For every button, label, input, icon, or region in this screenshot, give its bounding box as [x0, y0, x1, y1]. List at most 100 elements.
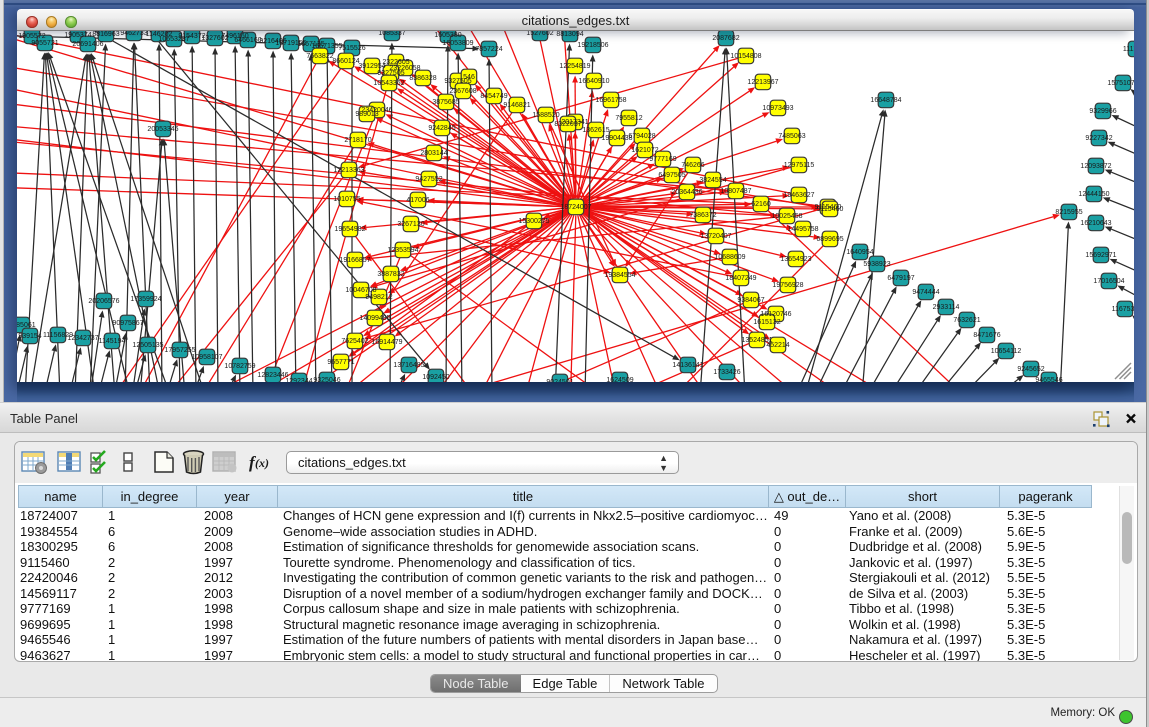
svg-text:19384554: 19384554 — [604, 272, 635, 279]
svg-text:9227342: 9227342 — [1085, 135, 1112, 142]
svg-text:17359924: 17359924 — [130, 296, 161, 303]
svg-text:20364436: 20364436 — [671, 189, 702, 196]
svg-text:1085337: 1085337 — [378, 31, 405, 37]
svg-text:452214: 452214 — [766, 342, 789, 349]
svg-text:20053346: 20053346 — [147, 126, 178, 133]
svg-text:8816963: 8816963 — [92, 31, 119, 38]
svg-text:12342737: 12342737 — [67, 335, 98, 342]
svg-text:1588520: 1588520 — [532, 112, 559, 119]
svg-text:10782759: 10782759 — [224, 363, 255, 370]
svg-text:7386372: 7386372 — [689, 212, 716, 219]
svg-text:9657771: 9657771 — [327, 359, 354, 366]
svg-text:6794028: 6794028 — [628, 133, 655, 140]
svg-text:8322037: 8322037 — [554, 121, 581, 128]
svg-text:9185061: 9185061 — [17, 322, 36, 329]
svg-text:7857224: 7857224 — [475, 46, 502, 53]
svg-text:20206576: 20206576 — [88, 298, 119, 305]
svg-text:17016504: 17016504 — [1093, 278, 1124, 285]
svg-text:9498212: 9498212 — [365, 294, 392, 301]
svg-text:7632621: 7632621 — [953, 317, 980, 324]
svg-text:19218506: 19218506 — [577, 42, 608, 49]
svg-text:1010755: 1010755 — [333, 196, 360, 203]
svg-text:17957255: 17957255 — [164, 347, 195, 354]
svg-text:1905572: 1905572 — [18, 33, 45, 40]
svg-text:939154: 939154 — [18, 333, 41, 340]
svg-text:6497505: 6497505 — [658, 172, 685, 179]
svg-text:9115460: 9115460 — [817, 206, 844, 213]
svg-text:13720407: 13720407 — [700, 233, 731, 240]
svg-text:9024501: 9024501 — [546, 379, 573, 382]
svg-text:989013: 989013 — [355, 111, 378, 118]
svg-text:12213363: 12213363 — [333, 167, 364, 174]
svg-text:2803144: 2803144 — [420, 150, 447, 157]
svg-text:8813094: 8813094 — [556, 31, 583, 38]
svg-text:9242845: 9242845 — [428, 125, 455, 132]
svg-text:10543362: 10543362 — [373, 80, 404, 87]
svg-text:1733426: 1733426 — [713, 369, 740, 376]
svg-text:7485063: 7485063 — [778, 133, 805, 140]
svg-text:9245652: 9245652 — [1017, 366, 1044, 373]
svg-text:14099485: 14099485 — [359, 315, 390, 322]
svg-text:1621072: 1621072 — [631, 147, 658, 154]
svg-text:1640954: 1640954 — [846, 249, 873, 256]
svg-text:3875685: 3875685 — [432, 99, 459, 106]
svg-text:6479197: 6479197 — [887, 275, 914, 282]
svg-text:10807487: 10807487 — [720, 188, 751, 195]
svg-text:9325046: 9325046 — [313, 377, 340, 382]
svg-text:19756928: 19756928 — [772, 282, 803, 289]
svg-text:12213967: 12213967 — [747, 79, 778, 86]
svg-text:2367608: 2367608 — [449, 88, 476, 95]
svg-text:16210643: 16210643 — [1080, 220, 1111, 227]
svg-text:1605380: 1605380 — [434, 32, 461, 39]
svg-text:15692971: 15692971 — [1085, 252, 1116, 259]
svg-text:14136141: 14136141 — [672, 362, 703, 369]
svg-text:1624509: 1624509 — [606, 377, 633, 382]
svg-text:9474444: 9474444 — [912, 289, 939, 296]
svg-text:16648784: 16648784 — [870, 97, 901, 104]
svg-text:1362615: 1362615 — [582, 127, 609, 134]
svg-text:19654982: 19654982 — [334, 226, 365, 233]
svg-text:6466160: 6466160 — [234, 37, 261, 44]
svg-text:12505135: 12505135 — [132, 342, 163, 349]
svg-text:1145194: 1145194 — [99, 338, 126, 345]
svg-text:20691406: 20691406 — [72, 41, 103, 48]
svg-text:417006: 417006 — [406, 197, 429, 204]
svg-text:3887832: 3887832 — [377, 271, 404, 278]
svg-text:9146821: 9146821 — [503, 102, 530, 109]
svg-text:746266: 746266 — [681, 162, 704, 169]
svg-text:2718170: 2718170 — [344, 137, 371, 144]
svg-text:8386328: 8386328 — [409, 75, 436, 82]
svg-text:9462733: 9462733 — [120, 31, 147, 37]
svg-text:(x): (x) — [255, 456, 269, 470]
svg-text:12353594: 12353594 — [387, 247, 418, 254]
svg-text:3824554: 3824554 — [699, 177, 726, 184]
svg-text:12444150: 12444150 — [1078, 191, 1109, 198]
svg-text:10046708: 10046708 — [345, 287, 376, 294]
svg-text:14495758: 14495758 — [787, 226, 818, 233]
svg-text:5938923: 5938923 — [863, 261, 890, 268]
svg-text:16053809: 16053809 — [442, 40, 473, 47]
svg-text:9384067: 9384067 — [737, 297, 764, 304]
svg-text:8215955: 8215955 — [1055, 209, 1082, 216]
svg-text:12093872: 12093872 — [1080, 163, 1111, 170]
svg-text:18407249: 18407249 — [725, 275, 756, 282]
svg-text:10688609: 10688609 — [714, 254, 745, 261]
svg-text:15751074: 15751074 — [1107, 80, 1134, 87]
svg-text:16640910: 16640910 — [578, 78, 609, 85]
svg-text:1527602: 1527602 — [526, 31, 553, 37]
svg-text:9329966: 9329966 — [1089, 108, 1116, 115]
svg-text:8454749: 8454749 — [480, 93, 507, 100]
svg-text:7663822: 7663822 — [306, 53, 333, 60]
svg-text:7625402: 7625402 — [341, 338, 368, 345]
svg-text:6899695: 6899695 — [816, 236, 843, 243]
svg-text:546: 546 — [463, 74, 475, 81]
svg-text:19166857: 19166857 — [339, 257, 370, 264]
svg-text:10654112: 10654112 — [991, 348, 1022, 355]
svg-text:90975867: 90975867 — [112, 320, 143, 327]
svg-text:62160: 62160 — [751, 201, 771, 208]
svg-text:1615132: 1615132 — [753, 319, 780, 326]
svg-text:3267130: 3267130 — [397, 221, 424, 228]
svg-text:1092450: 1092450 — [422, 374, 449, 381]
svg-text:15300275: 15300275 — [518, 218, 549, 225]
svg-text:8660124: 8660124 — [332, 58, 359, 65]
